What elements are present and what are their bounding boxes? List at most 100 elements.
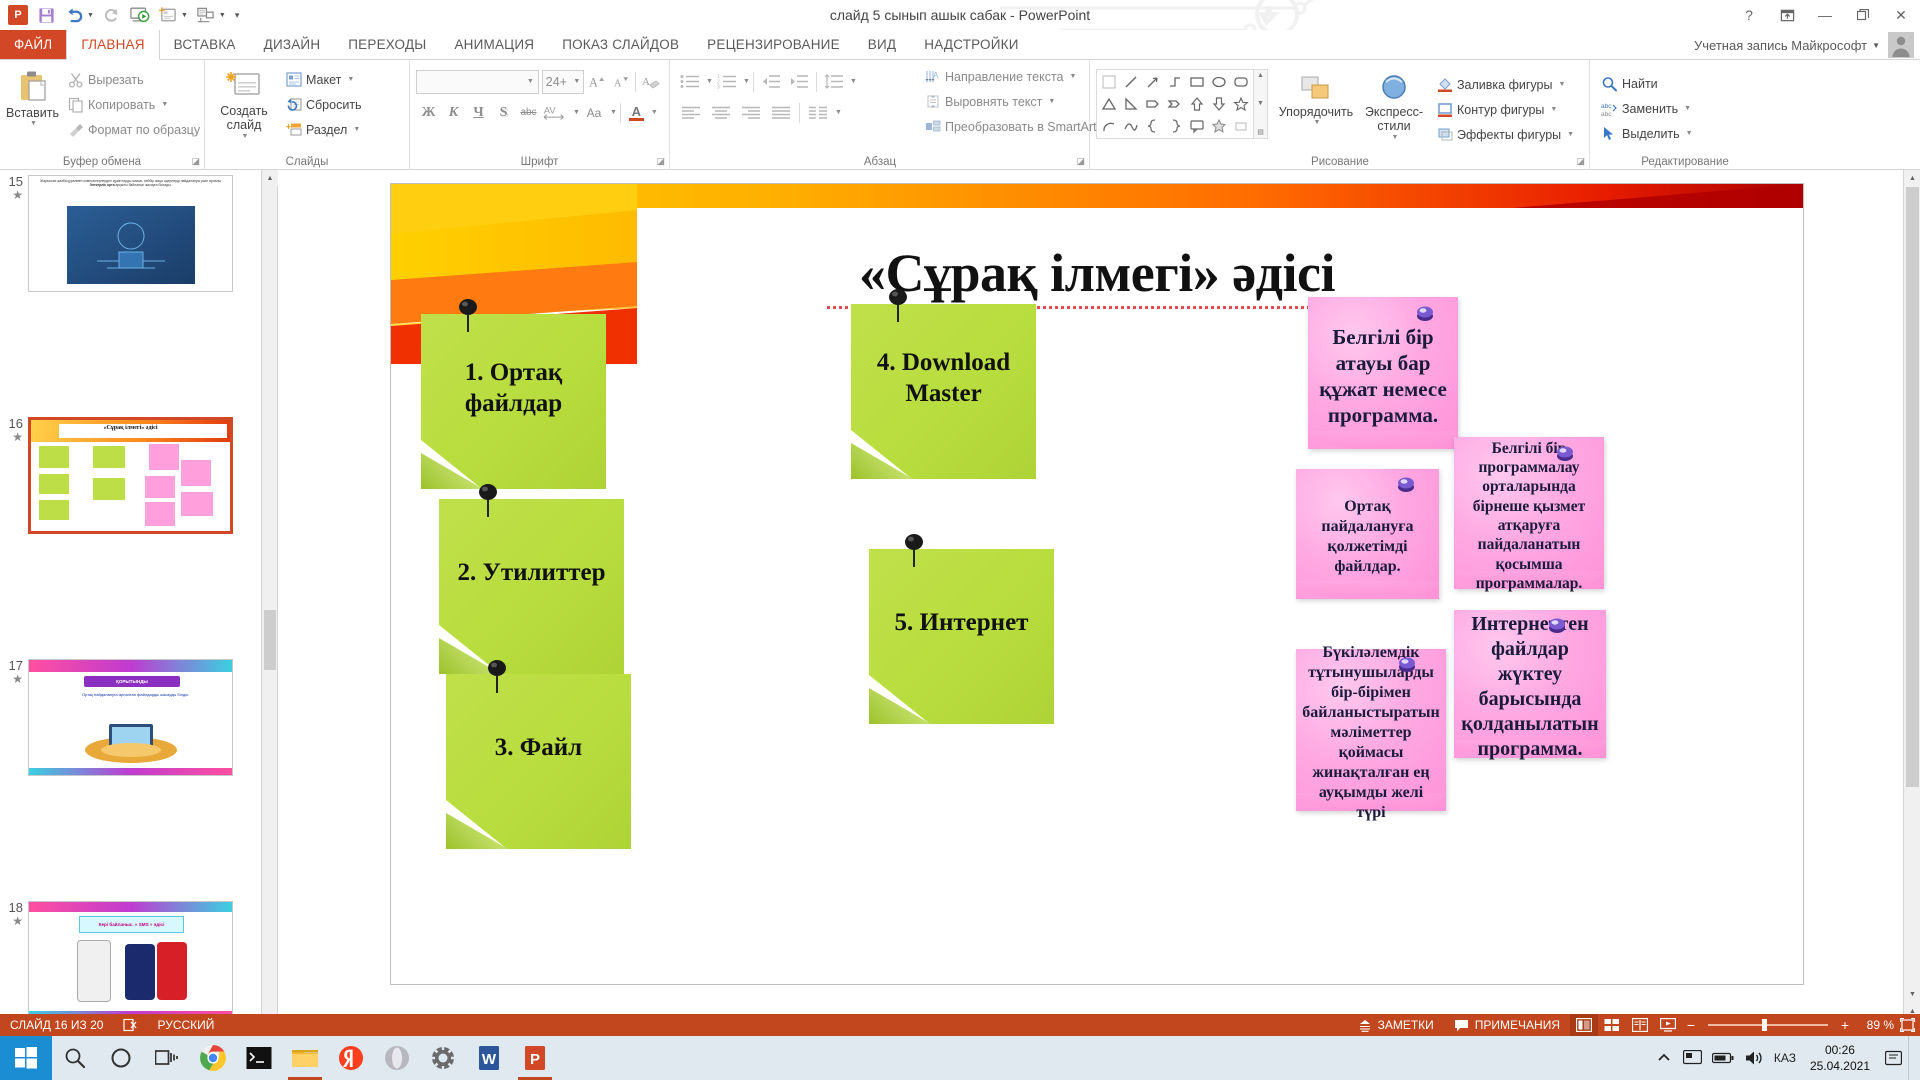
- shape-right-triangle[interactable]: [1120, 93, 1142, 115]
- columns-caret[interactable]: ▼: [835, 109, 842, 116]
- new-slide-button[interactable]: Создать слайд ▼: [211, 66, 277, 142]
- cut-button[interactable]: Вырезать: [63, 67, 205, 92]
- thumbnail-item-17[interactable]: 17 ★ ҚОРЫТЫНДЫ Ортақ пайдалануға арналға…: [0, 654, 261, 781]
- volume-icon[interactable]: [1740, 1036, 1768, 1080]
- zoom-level[interactable]: 89 %: [1854, 1018, 1894, 1032]
- new-slide-caret[interactable]: ▼: [242, 133, 249, 141]
- help-icon[interactable]: ?: [1730, 1, 1768, 29]
- shape-arrow[interactable]: [1142, 71, 1164, 93]
- find-button[interactable]: Найти: [1596, 71, 1774, 96]
- customize-qat-icon[interactable]: ▾: [229, 10, 243, 21]
- clipboard-dialog-launcher[interactable]: ◪: [191, 156, 200, 167]
- justify-button[interactable]: [766, 100, 796, 125]
- shape-down-arrow[interactable]: [1208, 93, 1230, 115]
- align-text-caret[interactable]: ▼: [1048, 98, 1055, 105]
- thumbnail-preview-18[interactable]: Кері байланыс. « SMS » әдісі: [28, 901, 233, 1018]
- font-name-caret[interactable]: ▼: [527, 78, 534, 85]
- settings-gear-icon[interactable]: [420, 1036, 466, 1080]
- tab-home[interactable]: ГЛАВНАЯ: [66, 30, 160, 60]
- thumbnail-item-18[interactable]: 18 ★ Кері байланыс. « SMS » әдісі: [0, 896, 261, 1023]
- paragraph-dialog-launcher[interactable]: ◪: [1076, 156, 1085, 167]
- display-settings-icon[interactable]: [1679, 1036, 1706, 1080]
- chevron-down-icon[interactable]: ▼: [1872, 41, 1880, 50]
- shape-gallery-scrollbar[interactable]: ▲ ▼ ▤: [1254, 69, 1268, 139]
- increase-font-size-button[interactable]: A: [584, 69, 608, 94]
- change-case-button[interactable]: Aa: [580, 100, 608, 125]
- underline-button[interactable]: Ч: [466, 100, 491, 125]
- show-hidden-icons-button[interactable]: [1651, 1036, 1677, 1080]
- convert-smartart-button[interactable]: Преобразовать в SmartArt ▼: [920, 114, 1115, 139]
- task-view-icon[interactable]: [144, 1036, 190, 1080]
- shape-fill-button[interactable]: Заливка фигуры ▼: [1432, 72, 1579, 97]
- shape-right-brace[interactable]: [1164, 115, 1186, 137]
- account-area[interactable]: Учетная запись Майкрософт ▼: [1694, 30, 1880, 60]
- tab-transitions[interactable]: ПЕРЕХОДЫ: [334, 30, 440, 59]
- shape-outline-caret[interactable]: ▼: [1550, 106, 1557, 113]
- notifications-icon[interactable]: [1880, 1036, 1906, 1080]
- search-icon[interactable]: [52, 1036, 98, 1080]
- select-caret[interactable]: ▼: [1686, 130, 1693, 137]
- tab-review[interactable]: РЕЦЕНЗИРОВАНИЕ: [693, 30, 854, 59]
- thumbnail-item-16[interactable]: 16 ★ «Сұрақ ілмегі» әдісі: [0, 412, 261, 539]
- zoom-slider-knob[interactable]: [1762, 1019, 1767, 1031]
- green-note-3[interactable]: 3. Файл: [446, 660, 631, 849]
- replace-caret[interactable]: ▼: [1684, 105, 1691, 112]
- increase-indent-button[interactable]: [785, 69, 813, 94]
- align-right-button[interactable]: [736, 100, 766, 125]
- tab-insert[interactable]: ВСТАВКА: [160, 30, 250, 59]
- shape-star[interactable]: [1230, 93, 1252, 115]
- slide-stage[interactable]: «Сұрақ ілмегі» әдісі 1. Ортақ файлдар 2.…: [279, 170, 1903, 1036]
- minimize-button[interactable]: —: [1806, 1, 1844, 29]
- comments-button[interactable]: ПРИМЕЧАНИЯ: [1444, 1014, 1570, 1036]
- save-icon[interactable]: [33, 2, 59, 28]
- quick-styles-caret[interactable]: ▼: [1392, 134, 1399, 142]
- pink-note-4[interactable]: Интернеттен файлдар жүктеу барысында қол…: [1454, 610, 1606, 760]
- columns-button[interactable]: [803, 100, 833, 125]
- pink-note-5[interactable]: Бүкіләлемдік тұтынушыларды бір-бірімен б…: [1296, 644, 1446, 821]
- shape-gallery-grid[interactable]: [1096, 69, 1254, 139]
- layout-caret[interactable]: ▼: [347, 76, 354, 83]
- thumbnail-preview-17[interactable]: ҚОРЫТЫНДЫ Ортақ пайдалануға арналған фай…: [28, 659, 233, 776]
- thumbnail-item-15[interactable]: 15 ★ Жарыссөз жазба құралмен компьютерле…: [0, 170, 261, 297]
- numbering-button[interactable]: 123: [713, 69, 741, 94]
- section-button[interactable]: Раздел ▼: [281, 117, 367, 142]
- align-left-button[interactable]: [676, 100, 706, 125]
- view-slide-sorter-button[interactable]: [1598, 1014, 1626, 1036]
- drawing-dialog-launcher[interactable]: ◪: [1576, 156, 1585, 167]
- language-indicator-tray[interactable]: КАЗ: [1770, 1036, 1800, 1080]
- quick-styles-button[interactable]: Экспресс-стили ▼: [1356, 69, 1432, 142]
- tab-slideshow[interactable]: ПОКАЗ СЛАЙДОВ: [548, 30, 693, 59]
- text-shadow-button[interactable]: S: [491, 100, 516, 125]
- thumbnail-preview-15[interactable]: Жарыссөз жазба құралмен компьютерлердегі…: [28, 175, 233, 292]
- shape-up-arrow[interactable]: [1186, 93, 1208, 115]
- presenter-view-icon[interactable]: [193, 2, 219, 28]
- slide-title[interactable]: «Сұрақ ілмегі» әдісі: [391, 242, 1803, 304]
- pink-note-1[interactable]: Белгілі бір атауы бар құжат немесе прогр…: [1308, 297, 1458, 449]
- clear-formatting-button[interactable]: A: [639, 69, 663, 94]
- copy-dropdown-caret[interactable]: ▼: [161, 101, 168, 108]
- select-button[interactable]: Выделить ▼: [1596, 121, 1774, 146]
- character-spacing-caret[interactable]: ▼: [573, 109, 580, 116]
- paste-button[interactable]: Вставить ▼: [6, 66, 59, 142]
- stage-scrollbar-thumb[interactable]: [1906, 187, 1919, 787]
- arrange-caret[interactable]: ▼: [1314, 119, 1321, 127]
- scrollbar-thumb[interactable]: [264, 610, 276, 670]
- green-note-5[interactable]: 5. Интернет: [869, 534, 1054, 724]
- shape-pentagon-arrow[interactable]: [1142, 93, 1164, 115]
- new-slide-dropdown-caret[interactable]: ▼: [181, 12, 191, 19]
- gallery-scroll-down-icon[interactable]: ▼: [1257, 100, 1264, 107]
- tab-animations[interactable]: АНИМАЦИЯ: [440, 30, 548, 59]
- decrease-font-size-button[interactable]: A: [608, 69, 632, 94]
- terminal-icon[interactable]: [236, 1036, 282, 1080]
- shapes-gallery[interactable]: ▲ ▼ ▤: [1096, 69, 1268, 139]
- stage-scroll-down-icon[interactable]: ▼: [1904, 986, 1920, 1002]
- stage-scrollbar[interactable]: ▲ ▼ ▲ ▼: [1903, 170, 1920, 1036]
- opera-icon[interactable]: [374, 1036, 420, 1080]
- notes-button[interactable]: ЗАМЕТКИ: [1348, 1014, 1444, 1036]
- restore-button[interactable]: [1844, 1, 1882, 29]
- shape-triangle[interactable]: [1098, 93, 1120, 115]
- reset-button[interactable]: Сбросить: [281, 92, 367, 117]
- green-note-2[interactable]: 2. Утилиттер: [439, 484, 624, 674]
- close-button[interactable]: ✕: [1882, 1, 1920, 29]
- font-color-button[interactable]: A: [624, 100, 649, 125]
